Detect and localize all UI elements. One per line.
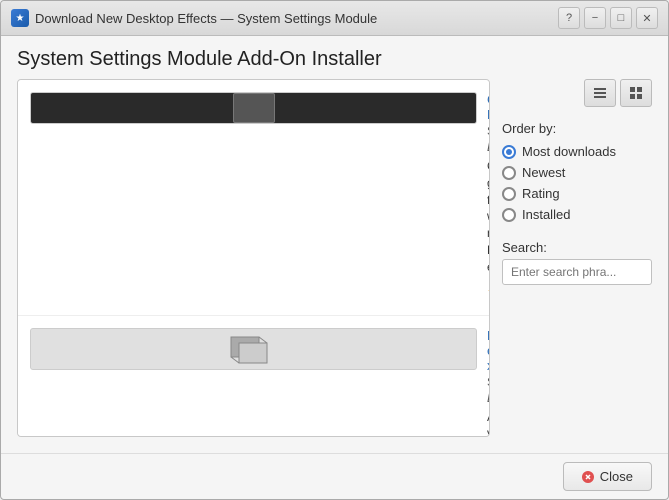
list-view-button[interactable]: [584, 79, 616, 107]
close-button[interactable]: Close: [563, 462, 652, 491]
radio-rating[interactable]: [502, 187, 516, 201]
addon-thumbnail-maximize-xrender: [30, 328, 477, 370]
search-input[interactable]: [502, 259, 652, 285]
grid-view-button[interactable]: [620, 79, 652, 107]
order-most-downloads-label: Most downloads: [522, 144, 616, 159]
addon-title-maximize-xrender[interactable]: Maximize effect for xrender: [487, 328, 490, 373]
addon-list[interactable]: Grayscale Effect Size: 2,0 KiB By murat-…: [17, 79, 490, 437]
addon-thumbnail-grayscale: [30, 92, 477, 124]
addon-size-grayscale: Size: 2,0 KiB: [487, 124, 490, 138]
search-section: Search:: [502, 240, 652, 285]
maximize-button[interactable]: □: [610, 7, 632, 29]
title-bar-controls: ? − □ ✕: [558, 7, 658, 29]
radio-most-downloads[interactable]: [502, 145, 516, 159]
view-toggle: [502, 79, 652, 107]
order-by-section: Order by: Most downloads Newest Rating I…: [502, 121, 652, 224]
main-window: ★ Download New Desktop Effects — System …: [0, 0, 669, 500]
addon-info-maximize-xrender: Maximize effect for xrender Size: 2,0 Ki…: [487, 328, 490, 437]
addon-author-maximize-xrender: By koko2k: [487, 391, 490, 405]
order-most-downloads[interactable]: Most downloads: [502, 142, 652, 161]
addon-desc-maximize-xrender: A modified version of the default maximi…: [487, 409, 490, 437]
window-title: Download New Desktop Effects — System Se…: [35, 11, 377, 26]
addon-size-maximize-xrender: Size: 2,0 KiB: [487, 375, 490, 389]
order-rating-label: Rating: [522, 186, 560, 201]
addon-title-grayscale[interactable]: Grayscale Effect: [487, 92, 490, 122]
addon-desc-grayscale: Configurable grayscale effect for KWin w…: [487, 158, 490, 276]
close-dot-icon: [582, 471, 594, 483]
title-bar: ★ Download New Desktop Effects — System …: [1, 1, 668, 36]
order-rating[interactable]: Rating: [502, 184, 652, 203]
addon-stars-grayscale: ★★★★☆: [487, 282, 490, 303]
addon-info-grayscale: Grayscale Effect Size: 2,0 KiB By murat-…: [487, 92, 490, 303]
app-icon: ★: [11, 9, 29, 27]
right-panel: Order by: Most downloads Newest Rating I…: [502, 79, 652, 437]
minimize-button[interactable]: −: [584, 7, 606, 29]
radio-newest[interactable]: [502, 166, 516, 180]
addon-item-grayscale: Grayscale Effect Size: 2,0 KiB By murat-…: [18, 80, 489, 316]
main-content: Grayscale Effect Size: 2,0 KiB By murat-…: [1, 79, 668, 453]
help-button[interactable]: ?: [558, 7, 580, 29]
order-installed[interactable]: Installed: [502, 205, 652, 224]
radio-installed[interactable]: [502, 208, 516, 222]
close-window-button[interactable]: ✕: [636, 7, 658, 29]
order-installed-label: Installed: [522, 207, 570, 222]
page-title: System Settings Module Add-On Installer: [1, 36, 668, 79]
title-bar-left: ★ Download New Desktop Effects — System …: [11, 9, 377, 27]
search-label: Search:: [502, 240, 652, 255]
addon-author-grayscale: By murat-cileli: [487, 140, 490, 154]
footer: Close: [1, 453, 668, 499]
addon-item-maximize-xrender: Maximize effect for xrender Size: 2,0 Ki…: [18, 316, 489, 437]
order-newest[interactable]: Newest: [502, 163, 652, 182]
order-by-label: Order by:: [502, 121, 652, 136]
close-label: Close: [600, 469, 633, 484]
order-newest-label: Newest: [522, 165, 565, 180]
